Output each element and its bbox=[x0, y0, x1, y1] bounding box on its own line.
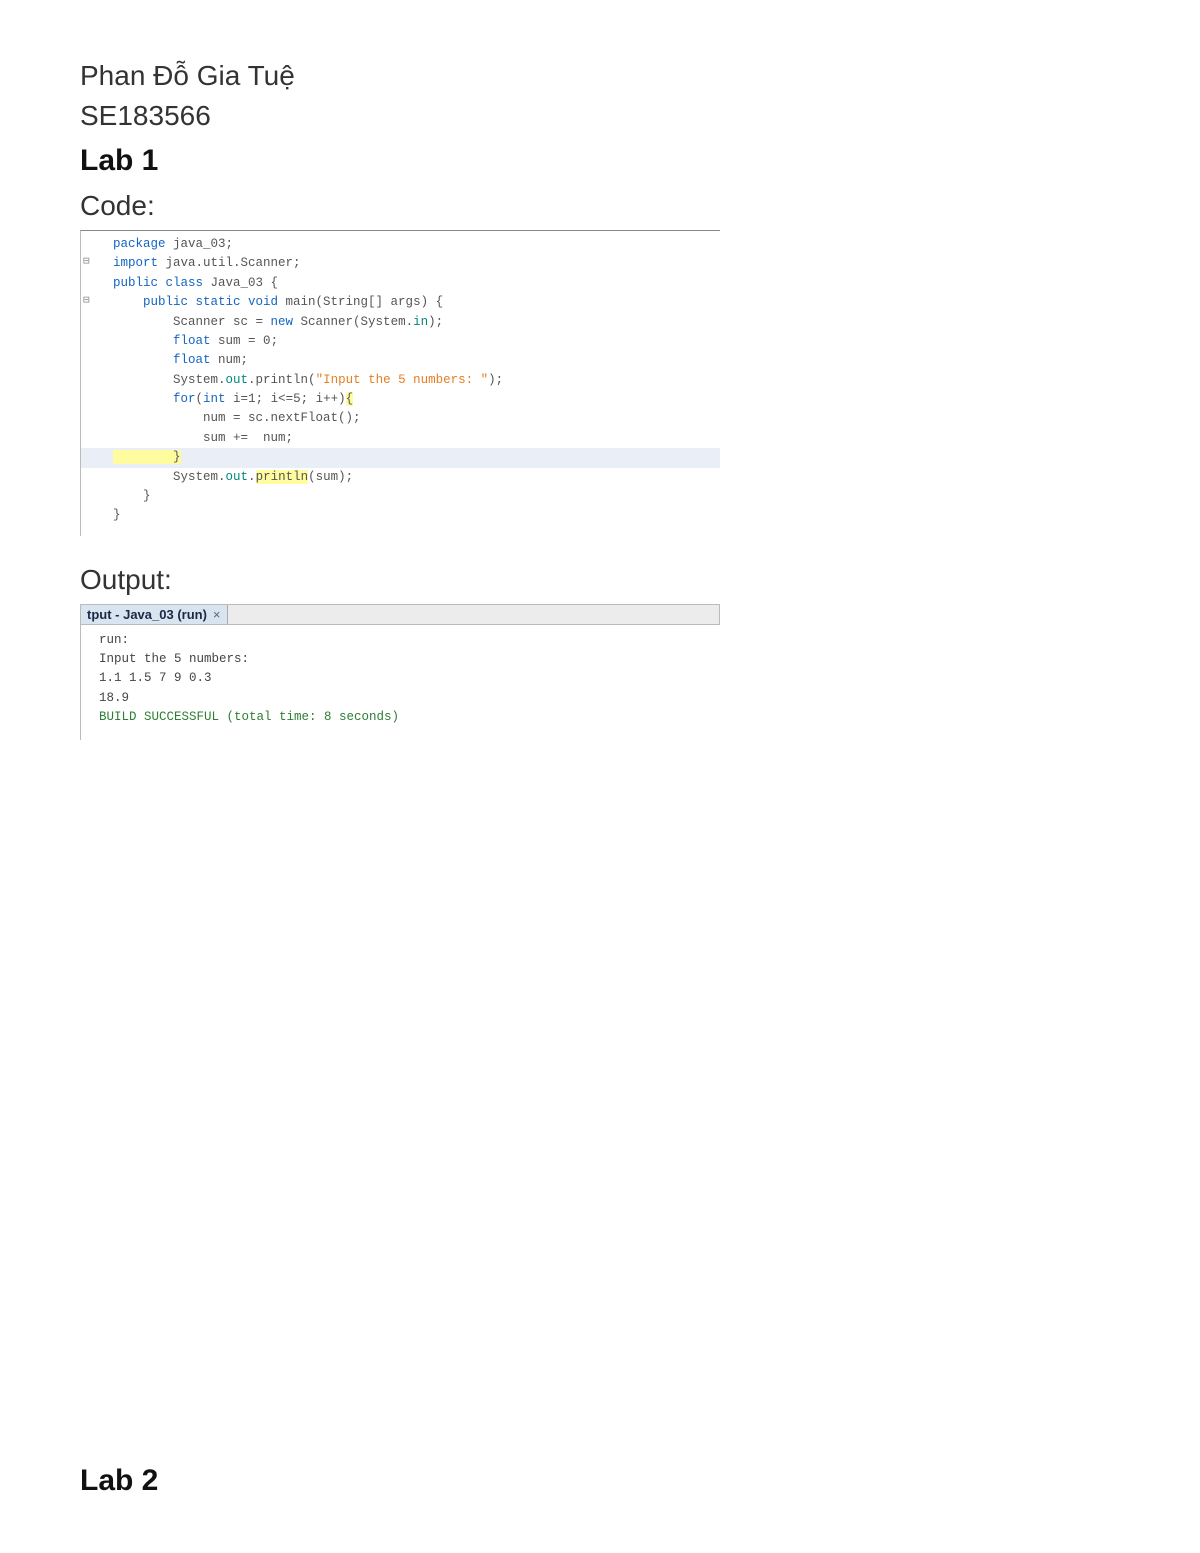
lab2-title: Lab 2 bbox=[80, 1464, 158, 1498]
code-token: i= bbox=[226, 392, 249, 406]
code-token: public class bbox=[113, 276, 203, 290]
console-line: 1.1 1.5 7 9 0.3 bbox=[99, 669, 710, 688]
output-label: Output: bbox=[80, 564, 1120, 596]
code-token: out bbox=[226, 373, 249, 387]
code-token-highlight: println bbox=[256, 470, 309, 484]
code-token: 1 bbox=[248, 392, 256, 406]
code-editor: package java_03; ⊟ import java.util.Scan… bbox=[80, 230, 720, 536]
code-token: .println( bbox=[248, 373, 316, 387]
code-token: main bbox=[278, 295, 316, 309]
lab1-title: Lab 1 bbox=[80, 144, 1120, 178]
code-token: "Input the 5 numbers: " bbox=[316, 373, 489, 387]
code-token: ; bbox=[271, 334, 279, 348]
code-token: System. bbox=[113, 373, 226, 387]
console-line: 18.9 bbox=[99, 689, 710, 708]
code-token: new bbox=[271, 315, 294, 329]
code-token: 5 bbox=[293, 392, 301, 406]
code-token: num; bbox=[211, 353, 249, 367]
code-token-highlight: { bbox=[346, 392, 354, 406]
code-token: out bbox=[226, 470, 249, 484]
code-token: for bbox=[113, 392, 196, 406]
code-token: float bbox=[113, 334, 211, 348]
code-token: 0 bbox=[263, 334, 271, 348]
code-token: ; i++) bbox=[301, 392, 346, 406]
code-token: (String[] args) { bbox=[316, 295, 444, 309]
console-build-success: BUILD SUCCESSFUL (total time: 8 seconds) bbox=[99, 708, 710, 727]
code-token: ( bbox=[196, 392, 204, 406]
student-id: SE183566 bbox=[80, 100, 1120, 132]
code-token: ); bbox=[488, 373, 503, 387]
output-tabbar: tput - Java_03 (run) × bbox=[80, 604, 720, 625]
code-token: in bbox=[413, 315, 428, 329]
code-token: java.util.Scanner; bbox=[158, 256, 301, 270]
code-token: } bbox=[113, 508, 121, 522]
code-token: sum = bbox=[211, 334, 264, 348]
output-tab-label: tput - Java_03 (run) bbox=[87, 607, 207, 622]
code-token: package bbox=[113, 237, 166, 251]
code-token: } bbox=[113, 489, 151, 503]
code-token: (sum); bbox=[308, 470, 353, 484]
student-name: Phan Đỗ Gia Tuệ bbox=[80, 60, 1120, 92]
close-icon[interactable]: × bbox=[213, 607, 221, 622]
code-token: float bbox=[113, 353, 211, 367]
code-token: ); bbox=[428, 315, 443, 329]
console-line: run: bbox=[99, 631, 710, 650]
code-token: System. bbox=[113, 470, 226, 484]
code-token: import bbox=[113, 256, 158, 270]
code-token: int bbox=[203, 392, 226, 406]
code-token: Scanner sc = bbox=[113, 315, 271, 329]
code-token: public static void bbox=[113, 295, 278, 309]
code-token: Scanner(System. bbox=[293, 315, 413, 329]
code-token: num = sc.nextFloat(); bbox=[113, 411, 361, 425]
code-label: Code: bbox=[80, 190, 1120, 222]
code-token: . bbox=[248, 470, 256, 484]
console-line: Input the 5 numbers: bbox=[99, 650, 710, 669]
code-token-highlight: } bbox=[113, 450, 181, 464]
code-token: sum += num; bbox=[113, 431, 293, 445]
output-console: run: Input the 5 numbers: 1.1 1.5 7 9 0.… bbox=[80, 625, 720, 740]
output-tab[interactable]: tput - Java_03 (run) × bbox=[81, 605, 228, 624]
code-token: ; i<= bbox=[256, 392, 294, 406]
code-token: Java_03 { bbox=[203, 276, 278, 290]
code-token: java_03; bbox=[166, 237, 234, 251]
